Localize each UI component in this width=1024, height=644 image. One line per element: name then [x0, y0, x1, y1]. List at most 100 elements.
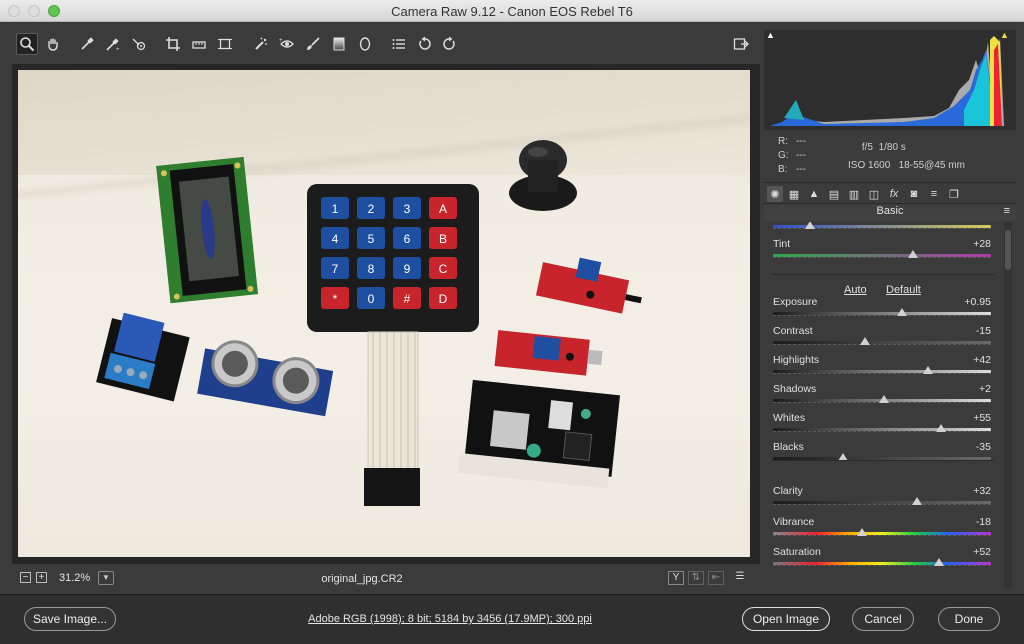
- slider-value[interactable]: +0.95: [964, 296, 991, 308]
- slider-thumb[interactable]: [935, 424, 946, 432]
- slider-thumb[interactable]: [859, 337, 870, 345]
- image-preview[interactable]: 1 2 3 A 4 5 6 B 7 8 9 C * 0 # D: [18, 70, 750, 557]
- slider-value[interactable]: +42: [973, 354, 991, 366]
- zoom-icon[interactable]: [16, 33, 38, 55]
- copy-settings-icon[interactable]: ⇤: [708, 571, 724, 585]
- auto-button[interactable]: Auto: [844, 284, 867, 296]
- slider-contrast[interactable]: Contrast -15: [773, 325, 993, 353]
- preview-footer: − + 31.2% ▼ original_jpg.CR2 Y ⇅ ⇤ ☰: [12, 568, 760, 590]
- hand-icon[interactable]: [42, 33, 64, 55]
- split-toning-icon[interactable]: ▥: [846, 186, 862, 202]
- slider-value[interactable]: +2: [979, 383, 991, 395]
- white-balance-icon[interactable]: [76, 33, 98, 55]
- crop-icon[interactable]: [162, 33, 184, 55]
- slider-label: Contrast: [773, 325, 813, 337]
- slider-label: Shadows: [773, 383, 817, 395]
- before-after-icon[interactable]: Y: [668, 571, 684, 585]
- cancel-button[interactable]: Cancel: [852, 607, 914, 631]
- swap-settings-icon[interactable]: ⇅: [688, 571, 704, 585]
- detail-icon[interactable]: ▲: [806, 186, 822, 202]
- slider-blacks[interactable]: Blacks -35: [773, 441, 993, 469]
- slider-thumb[interactable]: [879, 395, 890, 403]
- slider-thumb[interactable]: [911, 497, 922, 505]
- highlight-clipping-icon[interactable]: ▲: [1000, 30, 1012, 40]
- done-button[interactable]: Done: [938, 607, 1000, 631]
- slider-label: Saturation: [773, 546, 821, 558]
- slider-value[interactable]: +55: [973, 412, 991, 424]
- save-image-button[interactable]: Save Image...: [24, 607, 116, 631]
- slider-thumb[interactable]: [896, 308, 907, 316]
- slider-track[interactable]: [773, 312, 991, 316]
- panel-title: Basic: [876, 205, 904, 217]
- fullscreen-icon[interactable]: [730, 33, 752, 55]
- lens-corrections-icon[interactable]: ◫: [866, 186, 882, 202]
- slider-value[interactable]: +32: [973, 485, 991, 497]
- slider-thumb[interactable]: [922, 366, 933, 374]
- keypad-key-label: 9: [404, 262, 411, 276]
- graduated-filter-icon[interactable]: [328, 33, 350, 55]
- spot-removal-icon[interactable]: [250, 33, 272, 55]
- straighten-icon[interactable]: [188, 33, 210, 55]
- keypad-key-label: 7: [332, 262, 339, 276]
- slider-vibrance[interactable]: Vibrance -18: [773, 516, 993, 544]
- slider-track[interactable]: [773, 370, 991, 374]
- slider-temperature[interactable]: Temperature3750: [773, 222, 993, 237]
- slider-value[interactable]: +28: [973, 238, 991, 250]
- open-image-button[interactable]: Open Image: [742, 607, 830, 631]
- basic-sliders: Auto Default Temperature3750Tint +28 Expos…: [764, 222, 1002, 588]
- adjustment-brush-icon[interactable]: [302, 33, 324, 55]
- slider-saturation[interactable]: Saturation +52: [773, 546, 993, 574]
- camera-calibration-icon[interactable]: ◙: [906, 186, 922, 202]
- basic-icon[interactable]: ✺: [767, 186, 783, 202]
- slider-thumb[interactable]: [805, 222, 816, 229]
- default-button[interactable]: Default: [886, 284, 921, 296]
- keypad-key-label: 4: [332, 232, 339, 246]
- tone-curve-icon[interactable]: ▦: [786, 186, 802, 202]
- slider-value[interactable]: -18: [976, 516, 991, 528]
- shadow-clipping-icon[interactable]: ▲: [766, 30, 776, 40]
- slider-shadows[interactable]: Shadows +2: [773, 383, 993, 411]
- slider-value[interactable]: +52: [973, 546, 991, 558]
- effects-icon[interactable]: fx: [886, 186, 902, 202]
- slider-highlights[interactable]: Highlights +42: [773, 354, 993, 382]
- slider-track[interactable]: [773, 562, 991, 566]
- slider-track[interactable]: [773, 532, 991, 536]
- presets-icon[interactable]: ≡: [926, 186, 942, 202]
- slider-whites[interactable]: Whites +55: [773, 412, 993, 440]
- slider-clarity[interactable]: Clarity +32: [773, 485, 993, 513]
- targeted-adjust-icon[interactable]: [128, 33, 150, 55]
- slider-thumb[interactable]: [907, 250, 918, 258]
- color-sampler-icon[interactable]: +: [102, 33, 124, 55]
- slider-track[interactable]: [773, 254, 991, 258]
- slider-track[interactable]: [773, 501, 991, 505]
- photo-keypad: 1 2 3 A 4 5 6 B 7 8 9 C * 0 # D: [307, 184, 479, 506]
- slider-exposure[interactable]: Exposure +0.95: [773, 296, 993, 324]
- slider-thumb[interactable]: [933, 558, 944, 566]
- slider-value[interactable]: -15: [976, 325, 991, 337]
- transform-icon[interactable]: [214, 33, 236, 55]
- hsl-icon[interactable]: ▤: [826, 186, 842, 202]
- slider-label: Vibrance: [773, 516, 815, 528]
- zoom-dropdown[interactable]: ▼: [98, 571, 114, 585]
- workflow-options-link[interactable]: Adobe RGB (1998); 8 bit; 5184 by 3456 (1…: [300, 613, 600, 625]
- basic-panel-header: Basic ≡: [764, 205, 1016, 221]
- preferences-icon[interactable]: [388, 33, 410, 55]
- rotate-left-icon[interactable]: [414, 33, 436, 55]
- radial-filter-icon[interactable]: [354, 33, 376, 55]
- red-eye-icon[interactable]: +: [276, 33, 298, 55]
- zoom-in-button[interactable]: +: [36, 572, 47, 583]
- snapshots-icon[interactable]: ❐: [946, 186, 962, 202]
- title-bar: Camera Raw 9.12 - Canon EOS Rebel T6: [0, 0, 1024, 22]
- slider-thumb[interactable]: [857, 528, 868, 536]
- slider-label: Exposure: [773, 296, 818, 308]
- slider-value[interactable]: -35: [976, 441, 991, 453]
- panel-menu-icon[interactable]: ≡: [1004, 205, 1010, 217]
- rotate-right-icon[interactable]: [438, 33, 460, 55]
- panel-scrollbar[interactable]: [1004, 222, 1012, 588]
- slider-tint[interactable]: Tint +28: [773, 238, 993, 266]
- slider-track[interactable]: [773, 428, 991, 432]
- slider-track[interactable]: [773, 341, 991, 345]
- toggle-settings-icon[interactable]: ☰: [732, 571, 748, 585]
- zoom-out-button[interactable]: −: [20, 572, 31, 583]
- image-preview-frame: 1 2 3 A 4 5 6 B 7 8 9 C * 0 # D: [12, 64, 760, 564]
